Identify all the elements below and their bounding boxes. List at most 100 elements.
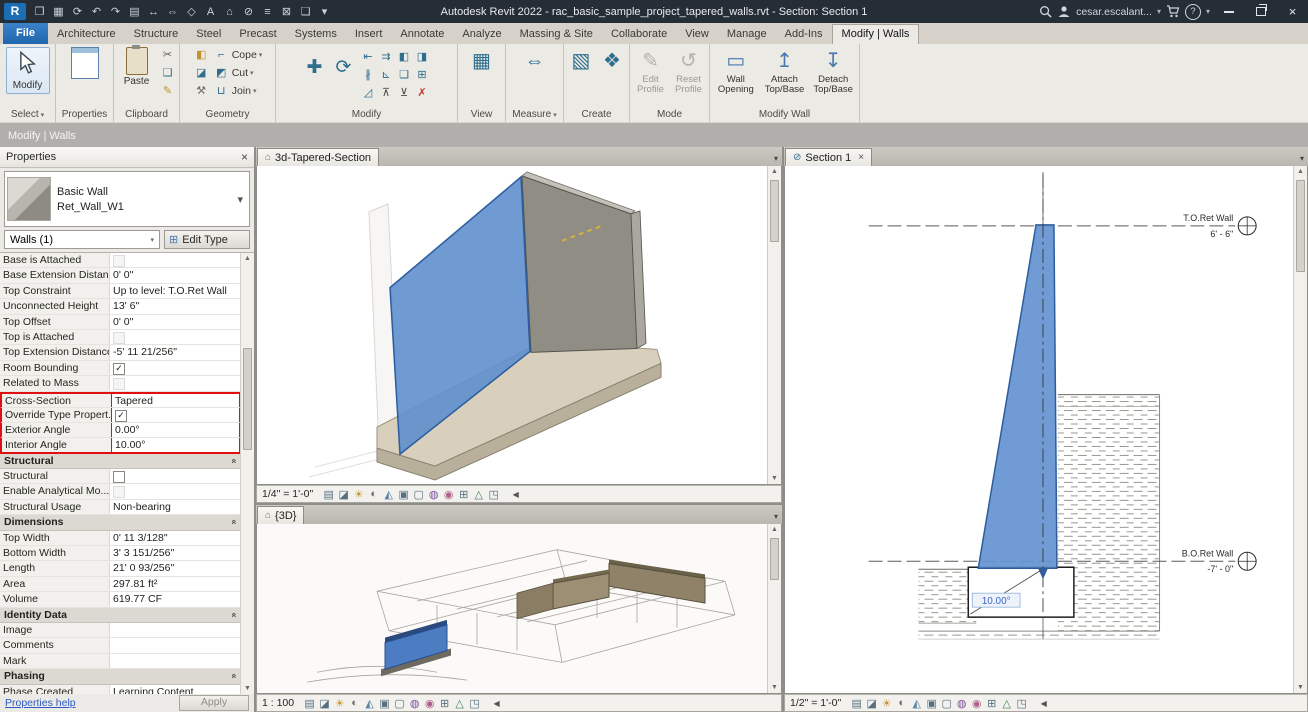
property-value[interactable] <box>110 330 241 344</box>
crop-view-icon[interactable]: ▣ <box>396 488 411 501</box>
scale-icon[interactable]: ◿ <box>360 85 377 101</box>
property-value[interactable]: 0.00° <box>112 423 239 437</box>
switch-windows-icon[interactable]: ❏ <box>296 2 315 22</box>
mirror-draw-axis-icon[interactable]: ◨ <box>414 49 431 65</box>
view-list-chevron-icon[interactable]: ▾ <box>774 512 778 521</box>
properties-close-icon[interactable]: × <box>241 150 248 164</box>
close-button[interactable]: × <box>1279 0 1306 23</box>
show-rendering-icon[interactable]: ◭ <box>909 697 924 710</box>
scale-label[interactable]: 1/2" = 1'-0" <box>790 697 841 709</box>
ribbon-tab-massing-site[interactable]: Massing & Site <box>511 24 602 44</box>
collapse-chevron-icon[interactable]: « <box>229 612 239 617</box>
ribbon-tab-insert[interactable]: Insert <box>346 24 392 44</box>
wall-opening-button[interactable]: ▭ Wall Opening <box>713 47 759 95</box>
property-value[interactable]: ✓ <box>110 361 241 375</box>
view3-scrollbar[interactable]: ▲ ▼ <box>1293 166 1307 693</box>
reveal-hidden-elements-icon[interactable]: ◉ <box>422 697 437 710</box>
view-tab-section-1[interactable]: ⊘ Section 1 × <box>785 148 873 166</box>
tapered-wall-section-selected[interactable] <box>977 224 1058 569</box>
ribbon-tab-analyze[interactable]: Analyze <box>453 24 510 44</box>
sun-path-icon[interactable]: ☀ <box>351 488 366 501</box>
tag-icon[interactable]: ◇ <box>182 2 201 22</box>
scroll-left-icon[interactable]: ◀ <box>508 490 523 499</box>
visual-style-icon[interactable]: ◪ <box>336 488 351 501</box>
view-tab-3d[interactable]: ⌂ {3D} <box>257 506 305 524</box>
property-value[interactable] <box>110 376 241 391</box>
angle-dimension[interactable]: 10.00° <box>982 596 1011 607</box>
ribbon-tab-systems[interactable]: Systems <box>286 24 346 44</box>
view3-canvas[interactable]: T.O.Ret Wall 6' - 6" B.O.Ret Wall -7' - … <box>784 166 1308 694</box>
aligned-dimension-icon[interactable]: ⇔ <box>163 2 182 22</box>
match-type-properties-icon[interactable]: ✎ <box>159 83 176 99</box>
show-analytical-model-icon[interactable]: △ <box>999 697 1014 710</box>
split-face-icon[interactable]: ◪ <box>193 65 210 81</box>
ribbon-tab-precast[interactable]: Precast <box>230 24 285 44</box>
collapse-chevron-icon[interactable]: « <box>229 674 239 679</box>
temporary-hide-isolate-icon[interactable]: ◍ <box>407 697 422 710</box>
show-analytical-model-icon[interactable]: △ <box>452 697 467 710</box>
property-value[interactable] <box>110 484 241 499</box>
detach-top-base-button[interactable]: ↧ Detach Top/Base <box>810 47 856 95</box>
crop-view-icon[interactable]: ▣ <box>924 697 939 710</box>
collapse-chevron-icon[interactable]: « <box>229 520 239 525</box>
help-icon[interactable]: ? <box>1184 3 1201 20</box>
checkbox-related-to-mass[interactable] <box>113 378 125 391</box>
search-icon[interactable] <box>1039 5 1052 18</box>
view1-scrollbar[interactable]: ▲ ▼ <box>767 166 781 484</box>
ribbon-tab-annotate[interactable]: Annotate <box>391 24 453 44</box>
edit-type-button[interactable]: ⊞ Edit Type <box>164 230 250 249</box>
scroll-left-icon[interactable]: ◀ <box>489 699 504 708</box>
property-value[interactable]: Learning Content <box>110 685 241 694</box>
cart-icon[interactable] <box>1166 5 1180 18</box>
view-list-chevron-icon[interactable]: ▾ <box>774 154 778 163</box>
mirror-pick-axis-icon[interactable]: ◧ <box>396 49 413 65</box>
section-icon[interactable]: ⊘ <box>239 2 258 22</box>
properties-scrollbar[interactable]: ▲ ▼ <box>240 253 254 694</box>
close-view-icon[interactable]: × <box>858 152 864 163</box>
minimize-button[interactable] <box>1215 0 1242 23</box>
property-value[interactable] <box>110 654 241 668</box>
scrollbar-thumb[interactable] <box>243 348 252 450</box>
show-rendering-icon[interactable]: ◭ <box>362 697 377 710</box>
default-3d-view-icon[interactable]: ⌂ <box>220 2 239 22</box>
reveal-hidden-elements-icon[interactable]: ◉ <box>969 697 984 710</box>
show-crop-region-icon[interactable]: ▢ <box>392 697 407 710</box>
property-value[interactable] <box>110 638 241 652</box>
property-value[interactable]: -5' 11 21/256" <box>110 345 241 359</box>
ribbon-tab-collaborate[interactable]: Collaborate <box>602 24 676 44</box>
cut-to-clipboard-icon[interactable]: ✂ <box>159 47 176 63</box>
properties-toggle-button[interactable] <box>62 47 108 79</box>
sun-path-icon[interactable]: ☀ <box>332 697 347 710</box>
user-icon[interactable] <box>1057 5 1071 18</box>
property-value[interactable]: 0' 0" <box>110 315 241 329</box>
scroll-left-icon[interactable]: ◀ <box>1036 699 1051 708</box>
property-value[interactable]: 10.00° <box>112 438 239 451</box>
property-value[interactable]: 3' 3 151/256" <box>110 546 241 560</box>
move-tool-icon[interactable]: ✚ <box>302 47 328 89</box>
sun-path-icon[interactable]: ☀ <box>879 697 894 710</box>
property-value[interactable]: ✓ <box>112 408 239 422</box>
pin-icon[interactable]: ⊼ <box>378 85 395 101</box>
detail-level-icon[interactable]: ▤ <box>302 697 317 710</box>
customize-qat-icon[interactable]: ▾ <box>315 2 334 22</box>
shadows-icon[interactable]: ◐ <box>894 697 909 709</box>
undo-icon[interactable]: ↶ <box>87 2 106 22</box>
view2-scrollbar[interactable]: ▲ ▼ <box>767 524 781 693</box>
checkbox-top-is-attached[interactable] <box>113 331 125 344</box>
reveal-hidden-elements-icon[interactable]: ◉ <box>441 488 456 501</box>
ribbon-tab-manage[interactable]: Manage <box>718 24 776 44</box>
scroll-down-icon[interactable]: ▼ <box>241 685 254 692</box>
restore-button[interactable] <box>1247 0 1274 23</box>
panel-measure-footer[interactable]: Measure ▾ <box>506 107 563 122</box>
save-icon[interactable]: ▦ <box>49 2 68 22</box>
split-element-icon[interactable]: ∦ <box>360 67 377 83</box>
show-crop-region-icon[interactable]: ▢ <box>411 488 426 501</box>
ribbon-tab-add-ins[interactable]: Add-Ins <box>776 24 832 44</box>
property-value[interactable]: Up to level: T.O.Ret Wall <box>110 284 241 298</box>
checkbox-override-type-propert[interactable]: ✓ <box>115 409 127 422</box>
edit-profile-button[interactable]: ✎ Edit Profile <box>633 47 668 95</box>
show-analytical-model-icon[interactable]: △ <box>471 488 486 501</box>
property-value[interactable]: 13' 6" <box>110 299 241 313</box>
ribbon-tab-file[interactable]: File <box>3 23 48 44</box>
show-crop-region-icon[interactable]: ▢ <box>939 697 954 710</box>
